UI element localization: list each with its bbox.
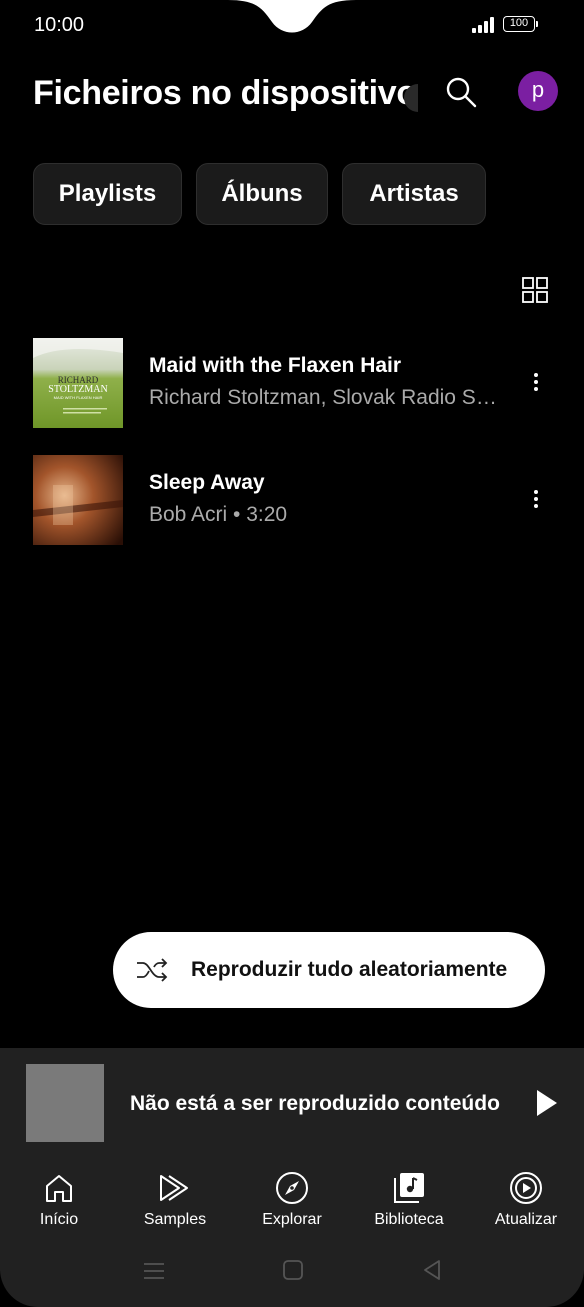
album-art: RICHARD STOLTZMAN MAID WITH FLAXEN HAIR bbox=[33, 338, 123, 428]
library-icon bbox=[394, 1173, 424, 1203]
play-icon[interactable] bbox=[537, 1090, 557, 1116]
more-options-icon[interactable] bbox=[526, 487, 546, 513]
shuffle-label: Reproduzir tudo aleatoriamente bbox=[191, 958, 508, 981]
nav-label: Explorar bbox=[262, 1211, 322, 1228]
nav-label: Início bbox=[39, 1211, 79, 1228]
battery-icon: 100 bbox=[503, 16, 538, 32]
song-title: Sleep Away bbox=[149, 471, 265, 494]
home-button-icon[interactable] bbox=[282, 1259, 304, 1281]
nav-label: Biblioteca bbox=[374, 1211, 444, 1228]
mini-player-status: Não está a ser reproduzido conteúdo bbox=[130, 1092, 500, 1115]
more-options-icon[interactable] bbox=[526, 370, 546, 396]
page-title: Ficheiros no dispositivo bbox=[33, 74, 417, 112]
camera-notch bbox=[228, 0, 356, 33]
search-icon[interactable] bbox=[445, 76, 477, 108]
home-icon bbox=[46, 1175, 72, 1202]
album-art bbox=[33, 455, 123, 545]
song-artist: Richard Stoltzman, Slovak Radio Symphony… bbox=[149, 386, 499, 409]
song-artist-duration: Bob Acri • 3:20 bbox=[149, 503, 288, 526]
chip-playlists[interactable]: Playlists bbox=[33, 163, 182, 225]
menu-icon[interactable] bbox=[142, 1259, 166, 1283]
upgrade-icon bbox=[510, 1172, 542, 1204]
mini-player-art bbox=[26, 1064, 104, 1142]
list-item[interactable]: Sleep Away Bob Acri • 3:20 bbox=[0, 455, 584, 547]
shuffle-all-button[interactable]: Reproduzir tudo aleatoriamente bbox=[113, 932, 545, 1008]
signal-icon bbox=[472, 17, 496, 33]
svg-text:STOLTZMAN: STOLTZMAN bbox=[48, 384, 107, 395]
compass-icon bbox=[276, 1172, 308, 1204]
status-time: 10:00 bbox=[34, 14, 85, 36]
mini-player[interactable]: Não está a ser reproduzido conteúdo bbox=[0, 1048, 584, 1158]
chip-albums[interactable]: Álbuns bbox=[196, 163, 328, 225]
grid-view-icon[interactable] bbox=[522, 277, 548, 303]
song-title: Maid with the Flaxen Hair bbox=[149, 354, 402, 377]
shuffle-icon bbox=[137, 958, 168, 982]
list-item[interactable]: RICHARD STOLTZMAN MAID WITH FLAXEN HAIR … bbox=[0, 338, 584, 430]
nav-label: Samples bbox=[143, 1211, 207, 1228]
screen: 10:00 100 Ficheiros no dispositivo p Pla… bbox=[0, 0, 584, 1307]
bottom-nav: Início Samples Explorar Biblioteca Atual… bbox=[0, 1158, 584, 1307]
svg-text:MAID WITH FLAXEN HAIR: MAID WITH FLAXEN HAIR bbox=[54, 395, 103, 400]
back-icon[interactable] bbox=[421, 1259, 443, 1281]
chip-artists[interactable]: Artistas bbox=[342, 163, 486, 225]
nav-label: Atualizar bbox=[494, 1211, 558, 1228]
avatar[interactable]: p bbox=[518, 71, 558, 111]
samples-icon bbox=[160, 1175, 188, 1201]
